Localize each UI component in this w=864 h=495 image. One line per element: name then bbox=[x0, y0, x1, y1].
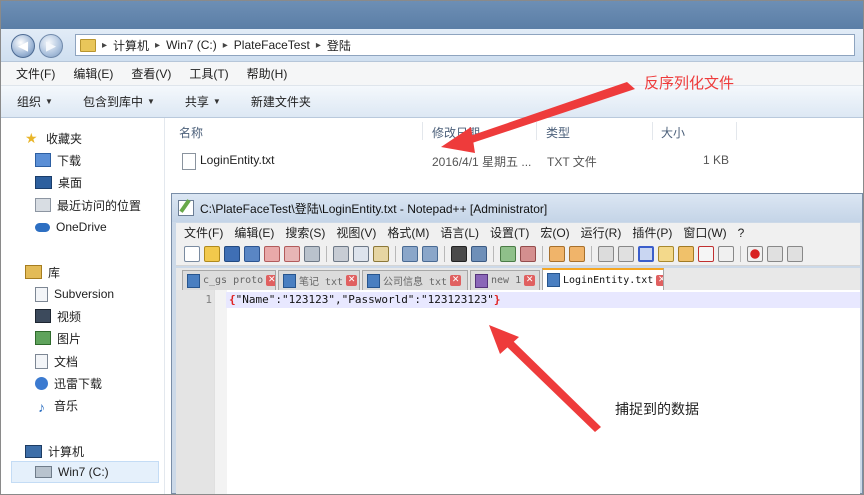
arrow-to-file bbox=[441, 82, 635, 153]
annotation-captured-data: 捕捉到的数据 bbox=[615, 401, 699, 417]
screenshot-frame: ◀ ▶ ▸ 计算机 ▸ Win7 (C:) ▸ PlateFaceTest ▸ … bbox=[0, 0, 864, 495]
annotation-deserialized-file: 反序列化文件 bbox=[644, 75, 735, 92]
arrow-to-data bbox=[489, 325, 601, 432]
